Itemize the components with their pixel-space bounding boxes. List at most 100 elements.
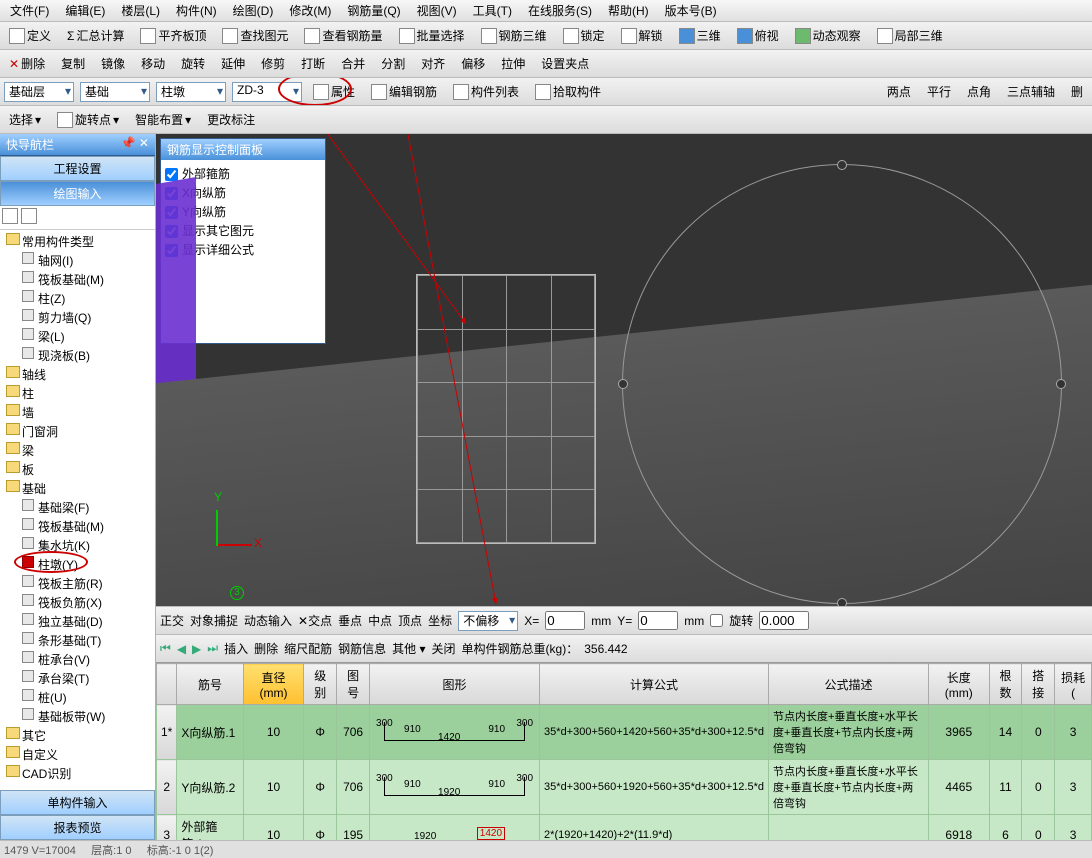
btn-int[interactable]: ✕交点	[298, 612, 332, 629]
input-rot[interactable]	[759, 611, 809, 630]
tree-group[interactable]: 板	[0, 460, 155, 479]
tree-foundation-item[interactable]: 独立基础(D)	[0, 612, 155, 631]
btn-lock[interactable]: 锁定	[558, 25, 610, 46]
col-len[interactable]: 长度(mm)	[928, 664, 989, 705]
tree-foundation-item[interactable]: 筏板基础(M)	[0, 517, 155, 536]
btn-change-annot[interactable]: 更改标注	[202, 109, 260, 130]
btn-pick-member[interactable]: 拾取构件	[530, 81, 606, 102]
btn-extend[interactable]: 延伸	[216, 53, 250, 74]
btn-insert-row[interactable]: 插入	[224, 640, 248, 657]
tab-draw[interactable]: 绘图输入	[0, 181, 155, 206]
col-desc[interactable]: 公式描述	[768, 664, 928, 705]
expand-icon[interactable]	[2, 208, 18, 224]
pin-icon[interactable]: 📌 ✕	[121, 136, 149, 153]
orbit-gizmo[interactable]	[622, 164, 1062, 604]
btn-dyn-input[interactable]: 动态输入	[244, 612, 292, 629]
tab-report[interactable]: 报表预览	[0, 815, 155, 840]
tab-single-input[interactable]: 单构件输入	[0, 790, 155, 815]
col-formula[interactable]: 计算公式	[540, 664, 769, 705]
tree-foundation-item[interactable]: 桩(U)	[0, 688, 155, 707]
tree-root[interactable]: 常用构件类型	[0, 232, 155, 251]
btn-align[interactable]: 对齐	[416, 53, 450, 74]
btn-end[interactable]: 顶点	[398, 612, 422, 629]
btn-member-list[interactable]: 构件列表	[448, 81, 524, 102]
col-loss[interactable]: 损耗(	[1055, 664, 1092, 705]
btn-smartplace[interactable]: 智能布置 ▾	[130, 109, 196, 130]
tree-group-foundation[interactable]: 基础	[0, 479, 155, 498]
btn-batch-select[interactable]: 批量选择	[394, 25, 470, 46]
tree-item[interactable]: 现浇板(B)	[0, 346, 155, 365]
btn-delete-row[interactable]: 删除	[254, 640, 278, 657]
btn-ortho[interactable]: 正交	[160, 612, 184, 629]
menu-online[interactable]: 在线服务(S)	[522, 0, 598, 21]
menu-member[interactable]: 构件(N)	[170, 0, 223, 21]
btn-coord[interactable]: 坐标	[428, 612, 452, 629]
tree-item[interactable]: 梁(L)	[0, 327, 155, 346]
tree-item[interactable]: 轴网(I)	[0, 251, 155, 270]
btn-trim[interactable]: 修剪	[256, 53, 290, 74]
tree-foundation-item-zhudun[interactable]: 柱墩(Y)	[0, 555, 155, 574]
btn-props[interactable]: 属性	[308, 81, 360, 102]
btn-rotpoint[interactable]: 旋转点 ▾	[52, 109, 124, 130]
btn-break[interactable]: 打断	[296, 53, 330, 74]
nav-first-icon[interactable]: ⏮	[160, 641, 171, 656]
tree-group[interactable]: 柱	[0, 384, 155, 403]
btn-snap-2pt[interactable]: 两点	[882, 81, 916, 102]
select-layer[interactable]: 基础层	[4, 82, 74, 102]
tree-group[interactable]: 轴线	[0, 365, 155, 384]
btn-3d[interactable]: 三维	[674, 25, 726, 46]
tree-foundation-item[interactable]: 条形基础(T)	[0, 631, 155, 650]
btn-merge[interactable]: 合并	[336, 53, 370, 74]
btn-select[interactable]: 选择 ▾	[4, 109, 46, 130]
btn-edit-rebar[interactable]: 编辑钢筋	[366, 81, 442, 102]
tree-group[interactable]: 自定义	[0, 745, 155, 764]
tree-group[interactable]: 其它	[0, 726, 155, 745]
btn-rotate[interactable]: 旋转	[176, 53, 210, 74]
nav-last-icon[interactable]: ⏭	[207, 641, 218, 656]
btn-rebar3d[interactable]: 钢筋三维	[476, 25, 552, 46]
btn-snap-del[interactable]: 删	[1066, 81, 1088, 102]
tree-item[interactable]: 剪力墙(Q)	[0, 308, 155, 327]
btn-orbit[interactable]: 动态观察	[790, 25, 866, 46]
select-type[interactable]: 柱墩	[156, 82, 226, 102]
btn-move[interactable]: 移动	[136, 53, 170, 74]
tree-foundation-item[interactable]: 集水坑(K)	[0, 536, 155, 555]
tree-foundation-item[interactable]: 筏板负筋(X)	[0, 593, 155, 612]
tree-foundation-item[interactable]: 筏板主筋(R)	[0, 574, 155, 593]
col-shape[interactable]: 图形	[370, 664, 540, 705]
btn-mid[interactable]: 中点	[368, 612, 392, 629]
btn-other[interactable]: 其他 ▾	[392, 640, 425, 657]
tree-item[interactable]: 柱(Z)	[0, 289, 155, 308]
btn-top[interactable]: 俯视	[732, 25, 784, 46]
tree-foundation-item[interactable]: 基础板带(W)	[0, 707, 155, 726]
table-row[interactable]: 3外部箍筋.110Φ195192014202*(1920+1420)+2*(11…	[157, 815, 1092, 841]
select-offset[interactable]: 不偏移	[458, 611, 518, 631]
btn-grip[interactable]: 设置夹点	[536, 53, 594, 74]
tree-group[interactable]: CAD识别	[0, 764, 155, 783]
table-row[interactable]: 2Y向纵筋.210Φ706300910192091030035*d+300+56…	[157, 760, 1092, 815]
tree-item[interactable]: 筏板基础(M)	[0, 270, 155, 289]
col-qty[interactable]: 根数	[989, 664, 1022, 705]
chk-rotate[interactable]	[710, 614, 723, 627]
col-fig[interactable]: 图号	[337, 664, 370, 705]
menu-help[interactable]: 帮助(H)	[602, 0, 655, 21]
btn-perp[interactable]: 垂点	[338, 612, 362, 629]
btn-stretch[interactable]: 拉伸	[496, 53, 530, 74]
btn-snap-3pt[interactable]: 三点辅轴	[1002, 81, 1060, 102]
btn-offset[interactable]: 偏移	[456, 53, 490, 74]
col-level[interactable]: 级别	[304, 664, 337, 705]
tree-foundation-item[interactable]: 基础梁(F)	[0, 498, 155, 517]
btn-rebar-info[interactable]: 钢筋信息	[338, 640, 386, 657]
col-name[interactable]: 筋号	[177, 664, 243, 705]
btn-unlock[interactable]: 解锁	[616, 25, 668, 46]
btn-local3d[interactable]: 局部三维	[872, 25, 948, 46]
menu-rebar[interactable]: 钢筋量(Q)	[341, 0, 406, 21]
viewport-3d[interactable]: 钢筋显示控制面板 外部箍筋 X向纵筋 Y向纵筋 显示其它图元 显示详细公式	[156, 134, 1092, 606]
tab-project[interactable]: 工程设置	[0, 156, 155, 181]
btn-copy[interactable]: 复制	[56, 53, 90, 74]
btn-scale-rebar[interactable]: 缩尺配筋	[284, 640, 332, 657]
tree-group[interactable]: 墙	[0, 403, 155, 422]
btn-split[interactable]: 分割	[376, 53, 410, 74]
tree-group[interactable]: 梁	[0, 441, 155, 460]
btn-osnap[interactable]: 对象捕捉	[190, 612, 238, 629]
